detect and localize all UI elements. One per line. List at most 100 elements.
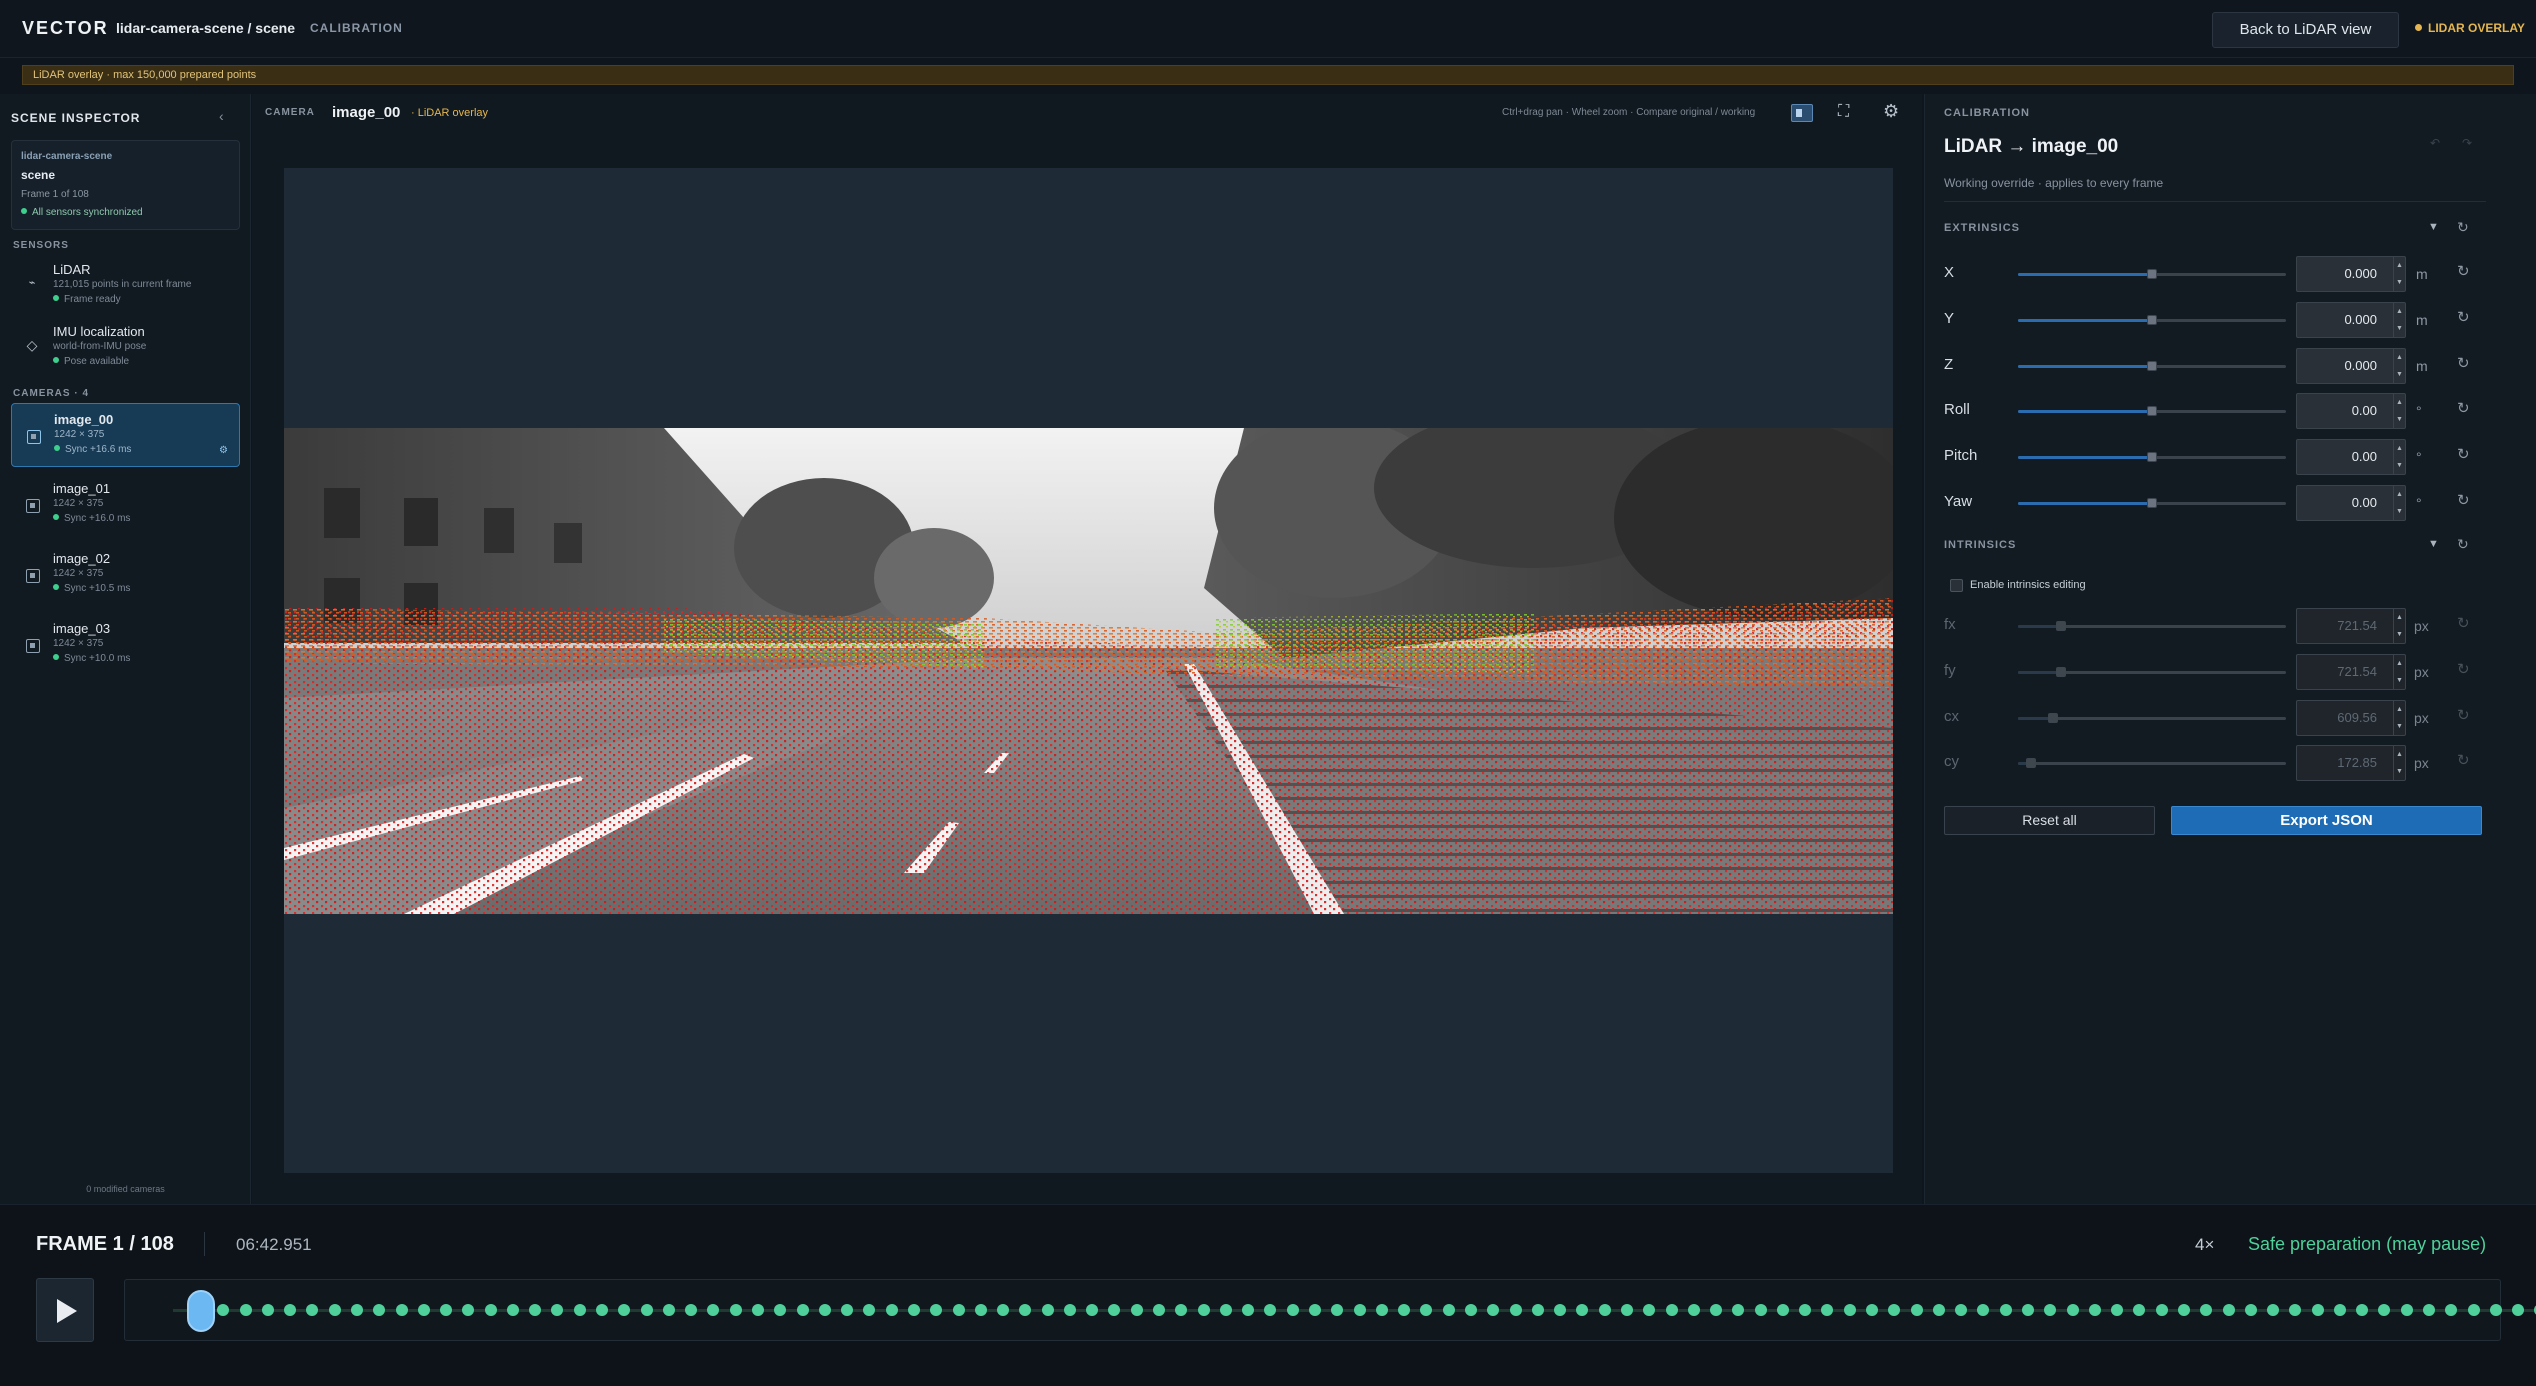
pitch-slider-thumb[interactable] xyxy=(2147,452,2157,463)
reset-yaw-icon[interactable]: ↻ xyxy=(2457,491,2470,509)
timeline-scrubber[interactable] xyxy=(187,1290,215,1332)
timeline-frame-dot[interactable] xyxy=(1620,1304,1633,1316)
timeline-frame-dot[interactable] xyxy=(707,1304,720,1316)
timeline-frame-dot[interactable] xyxy=(2333,1304,2346,1316)
timeline-frame-dot[interactable] xyxy=(1999,1304,2012,1316)
timeline-frame-dot[interactable] xyxy=(2200,1304,2213,1316)
timeline-frame-dot[interactable] xyxy=(1375,1304,1388,1316)
timeline-frame-dot[interactable] xyxy=(1576,1304,1589,1316)
timeline-frame-dot[interactable] xyxy=(1821,1304,1834,1316)
timeline-frame-dot[interactable] xyxy=(1687,1304,1700,1316)
timeline-frame-dot[interactable] xyxy=(306,1304,319,1316)
timeline-frame-dot[interactable] xyxy=(2244,1304,2257,1316)
timeline-frame-dot[interactable] xyxy=(974,1304,987,1316)
y-slider-thumb[interactable] xyxy=(2147,314,2157,325)
camera-image-with-lidar-overlay[interactable] xyxy=(284,428,1893,914)
cy-stepper-icon[interactable]: ▲ ▼ xyxy=(2393,746,2405,781)
timeline-frame-dot[interactable] xyxy=(1732,1304,1745,1316)
timeline-frame-dot[interactable] xyxy=(1554,1304,1567,1316)
fy-value-input[interactable]: 721.54 ▲ ▼ xyxy=(2296,653,2406,690)
x-slider-thumb[interactable] xyxy=(2147,269,2157,279)
yaw-stepper-icon[interactable]: ▲ ▼ xyxy=(2393,486,2405,520)
timeline-frame-dot[interactable] xyxy=(462,1304,475,1316)
timeline-frame-dot[interactable] xyxy=(1888,1304,1901,1316)
timeline-frame-dot[interactable] xyxy=(2133,1304,2146,1316)
reset-x-icon[interactable]: ↻ xyxy=(2457,262,2470,280)
timeline-frame-dot[interactable] xyxy=(1910,1304,1923,1316)
timeline-frame-dot[interactable] xyxy=(239,1304,252,1316)
timeline-frame-dot[interactable] xyxy=(596,1304,609,1316)
play-button[interactable] xyxy=(36,1278,94,1342)
timeline-frame-dot[interactable] xyxy=(752,1304,764,1316)
timeline-frame-dot[interactable] xyxy=(1398,1304,1411,1316)
camera-item-image-01[interactable]: image_01 1242 × 375 Sync +16.0 ms xyxy=(11,473,240,537)
y-value-input[interactable]: 0.000 ▲ ▼ xyxy=(2296,301,2406,338)
timeline-frame-dot[interactable] xyxy=(2177,1304,2190,1316)
cy-value-input[interactable]: 172.85 ▲ ▼ xyxy=(2296,745,2406,782)
roll-value-input[interactable]: 0.00 ▲ ▼ xyxy=(2296,393,2406,430)
reset-cy-icon[interactable]: ↻ xyxy=(2457,751,2470,769)
x-value-input[interactable]: 0.000 ▲ ▼ xyxy=(2296,256,2406,292)
timeline-frame-dot[interactable] xyxy=(662,1304,675,1316)
timeline-frame-dot[interactable] xyxy=(484,1304,497,1316)
reset-intrinsics-icon[interactable]: ↻ xyxy=(2457,536,2469,553)
timeline-frame-dot[interactable] xyxy=(573,1304,586,1316)
compare-toggle-button[interactable] xyxy=(1791,104,1813,122)
timeline-frame-dot[interactable] xyxy=(1041,1304,1054,1316)
timeline-frame-dot[interactable] xyxy=(551,1304,564,1316)
collapse-extrinsics-icon[interactable]: ▼ xyxy=(2428,221,2439,233)
timeline-frame-dot[interactable] xyxy=(1175,1304,1188,1316)
timeline-frame-dot[interactable] xyxy=(1264,1304,1277,1316)
fx-value-input[interactable]: 721.54 ▲ ▼ xyxy=(2296,608,2406,644)
playback-speed[interactable]: 4× xyxy=(2195,1235,2214,1255)
undo-icon[interactable]: ↶ xyxy=(2430,136,2440,150)
timeline-frame-dot[interactable] xyxy=(818,1304,831,1316)
timeline-frame-dot[interactable] xyxy=(1932,1304,1945,1316)
timeline-frame-dot[interactable] xyxy=(2155,1304,2168,1316)
timeline-frame-dot[interactable] xyxy=(417,1304,430,1316)
timeline-frame-dot[interactable] xyxy=(1331,1304,1344,1316)
cx-value-input[interactable]: 609.56 ▲ ▼ xyxy=(2296,699,2406,736)
timeline-frame-dot[interactable] xyxy=(373,1304,386,1316)
timeline-frame-dot[interactable] xyxy=(1153,1304,1166,1316)
fy-slider-thumb[interactable] xyxy=(2055,666,2066,677)
timeline-frame-dot[interactable] xyxy=(2222,1304,2235,1316)
settings-gear-icon[interactable]: ⚙ xyxy=(1883,101,1899,122)
cx-slider-track[interactable] xyxy=(2018,716,2286,720)
timeline-frame-dot[interactable] xyxy=(1108,1304,1121,1316)
timeline-frame-dot[interactable] xyxy=(685,1304,698,1316)
timeline-frame-dot[interactable] xyxy=(1799,1304,1812,1316)
reset-extrinsics-icon[interactable]: ↻ xyxy=(2457,219,2469,236)
timeline-frame-dot[interactable] xyxy=(1309,1304,1322,1316)
timeline-frame-dot[interactable] xyxy=(796,1304,809,1316)
timeline-frame-dot[interactable] xyxy=(1086,1304,1099,1316)
timeline-frame-dot[interactable] xyxy=(529,1304,542,1316)
x-stepper-icon[interactable]: ▲ ▼ xyxy=(2393,257,2405,291)
timeline-frame-dot[interactable] xyxy=(2267,1304,2280,1316)
timeline-frame-dot[interactable] xyxy=(1063,1304,1076,1316)
reset-z-icon[interactable]: ↻ xyxy=(2457,354,2470,372)
timeline-frame-dot[interactable] xyxy=(1754,1304,1767,1316)
timeline-frame-dot[interactable] xyxy=(350,1304,363,1316)
frame-timeline[interactable] xyxy=(124,1279,2536,1341)
cy-slider-thumb[interactable] xyxy=(2026,758,2037,769)
timeline-frame-dot[interactable] xyxy=(2378,1304,2391,1316)
export-json-button[interactable]: Export JSON xyxy=(2171,806,2482,835)
timeline-frame-dot[interactable] xyxy=(2111,1304,2124,1316)
timeline-frame-dot[interactable] xyxy=(863,1304,876,1316)
fx-slider-thumb[interactable] xyxy=(2055,621,2066,631)
pitch-value-input[interactable]: 0.00 ▲ ▼ xyxy=(2296,439,2406,476)
timeline-frame-dot[interactable] xyxy=(2400,1304,2413,1316)
timeline-frame-dot[interactable] xyxy=(1464,1304,1477,1316)
collapse-sidebar-icon[interactable]: ‹ xyxy=(219,108,224,124)
reset-roll-icon[interactable]: ↻ xyxy=(2457,399,2470,417)
back-to-lidar-button[interactable]: Back to LiDAR view xyxy=(2212,12,2399,48)
scene-card[interactable]: lidar-camera-scene scene Frame 1 of 108 … xyxy=(11,140,240,230)
timeline-frame-dot[interactable] xyxy=(930,1304,943,1316)
z-slider-thumb[interactable] xyxy=(2147,360,2157,371)
fullscreen-icon[interactable]: ⛶ xyxy=(1838,103,1849,121)
timeline-frame-dot[interactable] xyxy=(395,1304,408,1316)
timeline-frame-dot[interactable] xyxy=(506,1304,519,1316)
timeline-frame-dot[interactable] xyxy=(2021,1304,2034,1316)
timeline-frame-dot[interactable] xyxy=(1531,1304,1544,1316)
